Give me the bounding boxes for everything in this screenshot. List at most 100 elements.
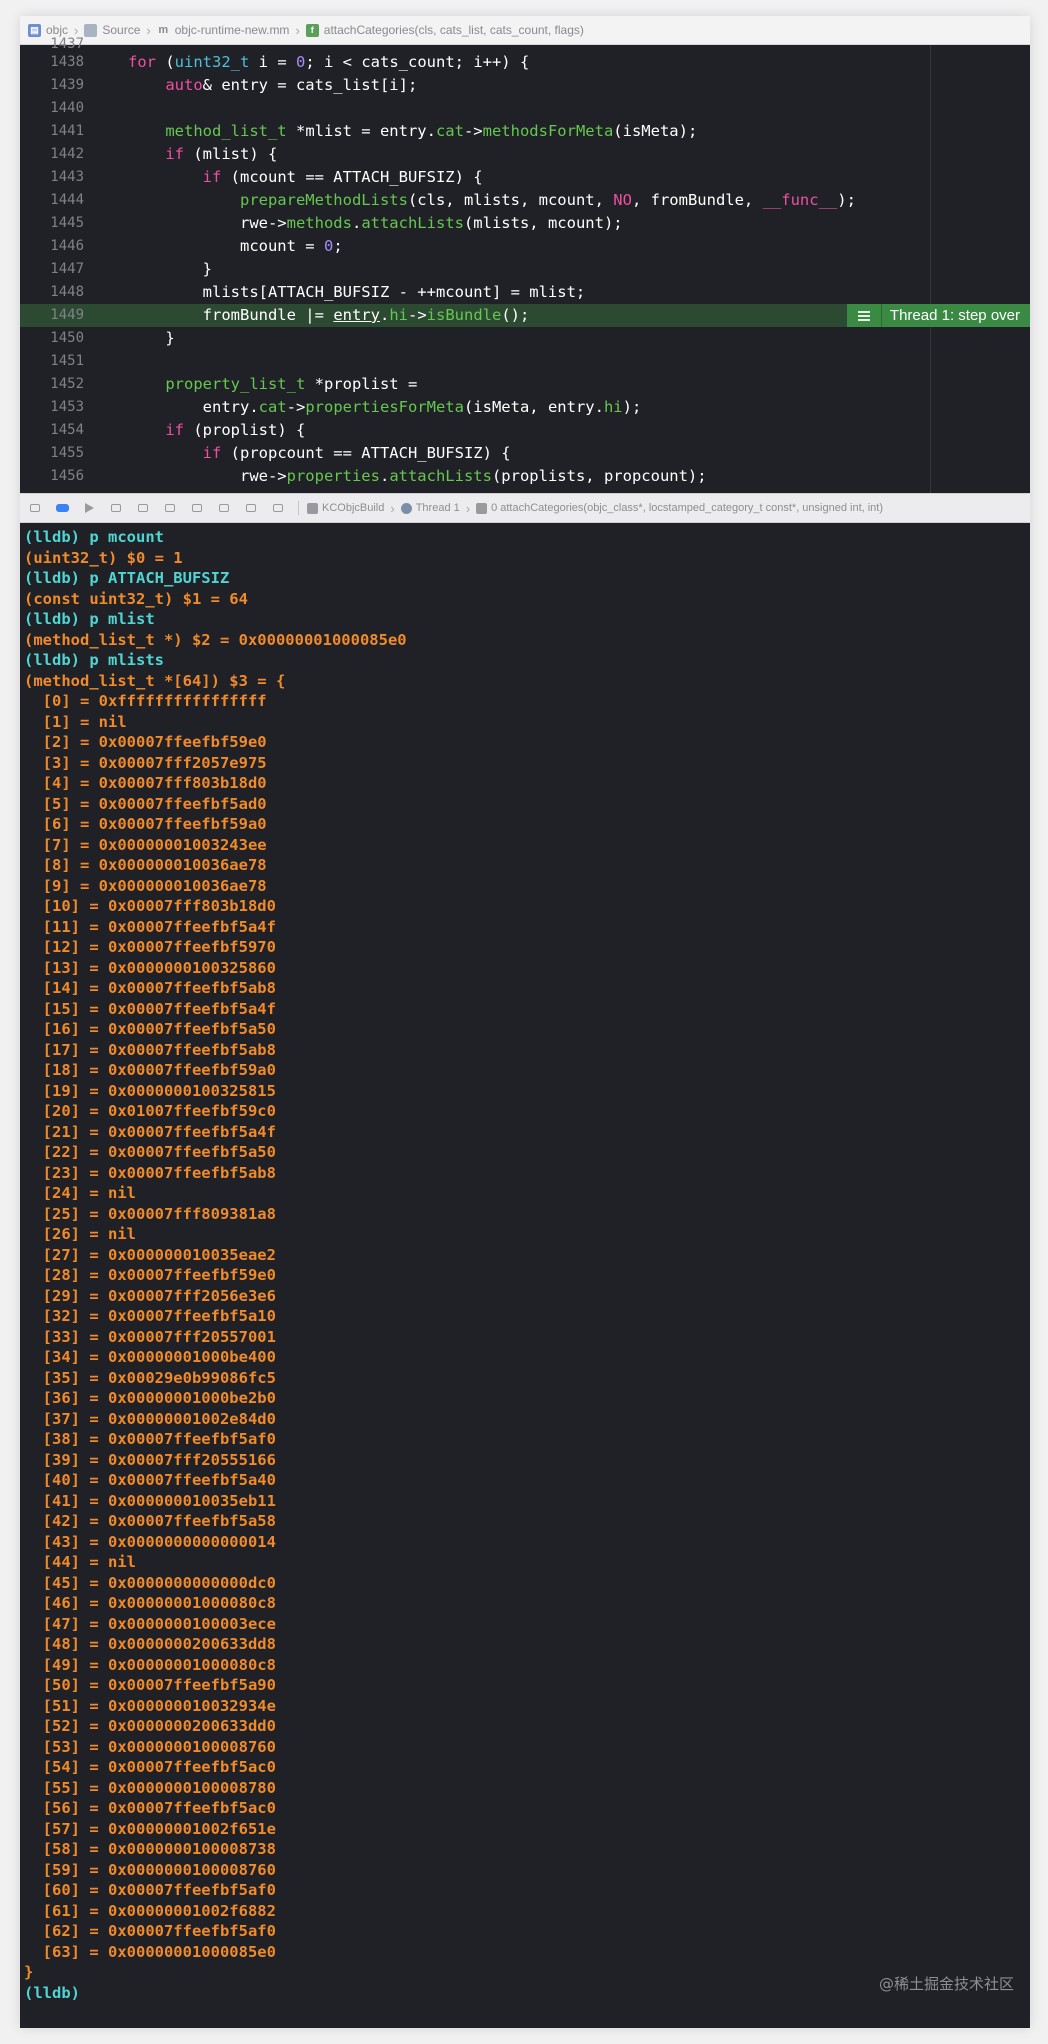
debug-status-badge[interactable]: Thread 1: step over [846,304,1030,327]
lldb-console[interactable]: (lldb) p mcount (uint32_t) $0 = 1 (lldb) p… [20,523,1030,2003]
jumpbar-item-folder[interactable]: Source [84,23,140,37]
continue-icon[interactable] [82,502,96,514]
line-number: 1453 [50,399,84,415]
code-line[interactable]: 1453 entry.cat->propertiesForMeta(isMeta… [20,396,1030,419]
jumpbar-label: attachCategories(cls, cats_list, cats_co… [323,23,584,37]
console-command-line: (lldb) p mcount [24,528,164,546]
line-number: 1449 [50,307,84,323]
code-line[interactable]: 1441 method_list_t *mlist = entry.cat->m… [20,120,1030,143]
console-output-line: [59] = 0x0000000100008760 [24,1860,276,1879]
code-line[interactable]: 1447 } [20,258,1030,281]
breakpoints-toggle-icon[interactable] [55,502,69,514]
console-output-line: [40] = 0x00007ffeefbf5a40 [24,1471,276,1489]
xcode-window: ▤ objc › Source › m objc-runtime-new.mm … [20,16,1030,2028]
code-line[interactable]: 1442 if (mlist) { [20,143,1030,166]
console-output-line: [50] = 0x00007ffeefbf5a90 [24,1676,276,1694]
console-output-line: [4] = 0x00007fff803b18d0 [24,774,267,792]
debug-target-label: KCObjcBuild [322,502,385,514]
jumpbar-item-function[interactable]: f attachCategories(cls, cats_list, cats_… [305,23,584,37]
console-output-line: [45] = 0x0000000000000dc0 [24,1573,276,1592]
debug-frame[interactable]: 0 attachCategories(objc_class*, locstamp… [476,502,883,514]
divider [298,501,299,515]
code-line[interactable]: 1451 [20,350,1030,373]
line-number: 1440 [50,100,84,116]
console-output-line: [43] = 0x0000000000000014 [24,1532,276,1551]
watermark: @稀土掘金技术社区 [878,1975,1014,1993]
jumpbar-label: objc-runtime-new.mm [174,23,290,37]
console-output-line: [26] = nil [24,1225,136,1243]
code-line[interactable]: 1454 if (proplist) { [20,419,1030,442]
debug-frame-label: 0 attachCategories(objc_class*, locstamp… [491,502,884,514]
code-line[interactable]: 1448 mlists[ATTACH_BUFSIZ - ++mcount] = … [20,281,1030,304]
jumpbar-label: Source [102,23,141,37]
line-number: 1454 [50,422,84,438]
target-icon [307,502,318,514]
console-output-line: [9] = 0x000000010036ae78 [24,876,267,895]
chevron-right-icon: › [146,22,151,38]
environment-overrides-icon[interactable] [244,502,258,514]
code-line[interactable]: 1455 if (propcount == ATTACH_BUFSIZ) { [20,442,1030,465]
code-line[interactable]: 1440 [20,97,1030,120]
console-output-line: [32] = 0x00007ffeefbf5a10 [24,1307,276,1325]
code-line[interactable]: 1444 prepareMethodLists(cls, mlists, mco… [20,189,1030,212]
chevron-right-icon: › [295,22,300,38]
debug-thread-label: Thread 1 [415,502,460,514]
console-output-line: [7] = 0x00000001003243ee [24,835,267,854]
console-output-line: [44] = nil [24,1553,136,1571]
step-into-icon[interactable] [136,502,150,514]
thread-icon [400,502,412,514]
console-output-line: [54] = 0x00007ffeefbf5ac0 [24,1758,276,1776]
code-line[interactable]: 1443 if (mcount == ATTACH_BUFSIZ) { [20,166,1030,189]
current-line[interactable]: 1449 fromBundle |= entry.hi->isBundle();… [20,304,1030,327]
console-output-line: [0] = 0xffffffffffffffff [24,692,267,710]
memory-graph-icon[interactable] [217,502,231,514]
line-number: 1452 [50,376,84,392]
line-number: 1438 [50,54,84,70]
line-number: 1439 [50,77,84,93]
code-line[interactable]: 1456 rwe->properties.attachLists(proplis… [20,465,1030,488]
console-output-line: (method_list_t *[64]) $3 = { [24,671,286,690]
debug-target[interactable]: KCObjcBuild [307,502,384,514]
code-line[interactable]: 1439 auto& entry = cats_list[i]; [20,74,1030,97]
code-line[interactable]: 1450 } [20,327,1030,350]
code-line[interactable]: 1452 property_list_t *proplist = [20,373,1030,396]
code-line[interactable]: 1438 for (uint32_t i = 0; i < cats_count;… [20,51,1030,74]
source-editor[interactable]: 1437 1438 for (uint32_t i = 0; i < cats_c… [20,36,1030,493]
jumpbar-item-file[interactable]: m objc-runtime-new.mm [157,23,290,37]
console-output-line: [29] = 0x00007fff2056e3e6 [24,1286,276,1305]
code-line[interactable]: 1446 mcount = 0; [20,235,1030,258]
console-output-line: [63] = 0x00000001000085e0 [24,1942,276,1961]
line-number: 1450 [50,330,84,346]
menu-icon[interactable] [846,304,882,327]
step-over-icon[interactable] [109,502,123,514]
hide-debug-area-icon[interactable] [28,502,42,514]
console-output-line: [25] = 0x00007fff809381a8 [24,1204,276,1223]
line-number: 1443 [50,169,84,185]
m-file-icon: m [158,24,169,36]
console-command-line: (lldb) p ATTACH_BUFSIZ [24,569,230,587]
view-hierarchy-icon[interactable] [190,502,204,514]
line-number: 1447 [50,261,84,277]
console-output-line: [61] = 0x00000001002f6882 [24,1901,276,1920]
code-line[interactable]: 1445 rwe->methods.attachLists(mlists, mc… [20,212,1030,235]
console-output-line: [28] = 0x00007ffeefbf59e0 [24,1266,276,1284]
console-output-line: [60] = 0x00007ffeefbf5af0 [24,1881,276,1899]
line-number: 1441 [50,123,84,139]
console-output-line: [58] = 0x0000000100008738 [24,1840,276,1858]
debug-thread[interactable]: Thread 1 [400,502,460,514]
console-output-line: [33] = 0x00007fff20557001 [24,1327,276,1346]
console-output-line: [57] = 0x00000001002f651e [24,1819,276,1838]
simulate-location-icon[interactable] [271,502,285,514]
console-command-line: (lldb) p mlists [24,651,164,669]
line-number: 1456 [50,468,84,484]
console-output-line: [48] = 0x0000000200633dd8 [24,1635,276,1653]
step-out-icon[interactable] [163,502,177,514]
console-output-line: [34] = 0x00000001000be400 [24,1348,276,1366]
console-output-line: [53] = 0x0000000100008760 [24,1737,276,1756]
console-output-line: [5] = 0x00007ffeefbf5ad0 [24,794,267,813]
console-output-line: (const uint32_t) $1 = 64 [24,589,248,608]
chevron-right-icon: › [465,500,471,516]
console-output-line: [8] = 0x000000010036ae78 [24,856,267,874]
console-output-line: [56] = 0x00007ffeefbf5ac0 [24,1799,276,1817]
console-output-line: [18] = 0x00007ffeefbf59a0 [24,1061,276,1079]
